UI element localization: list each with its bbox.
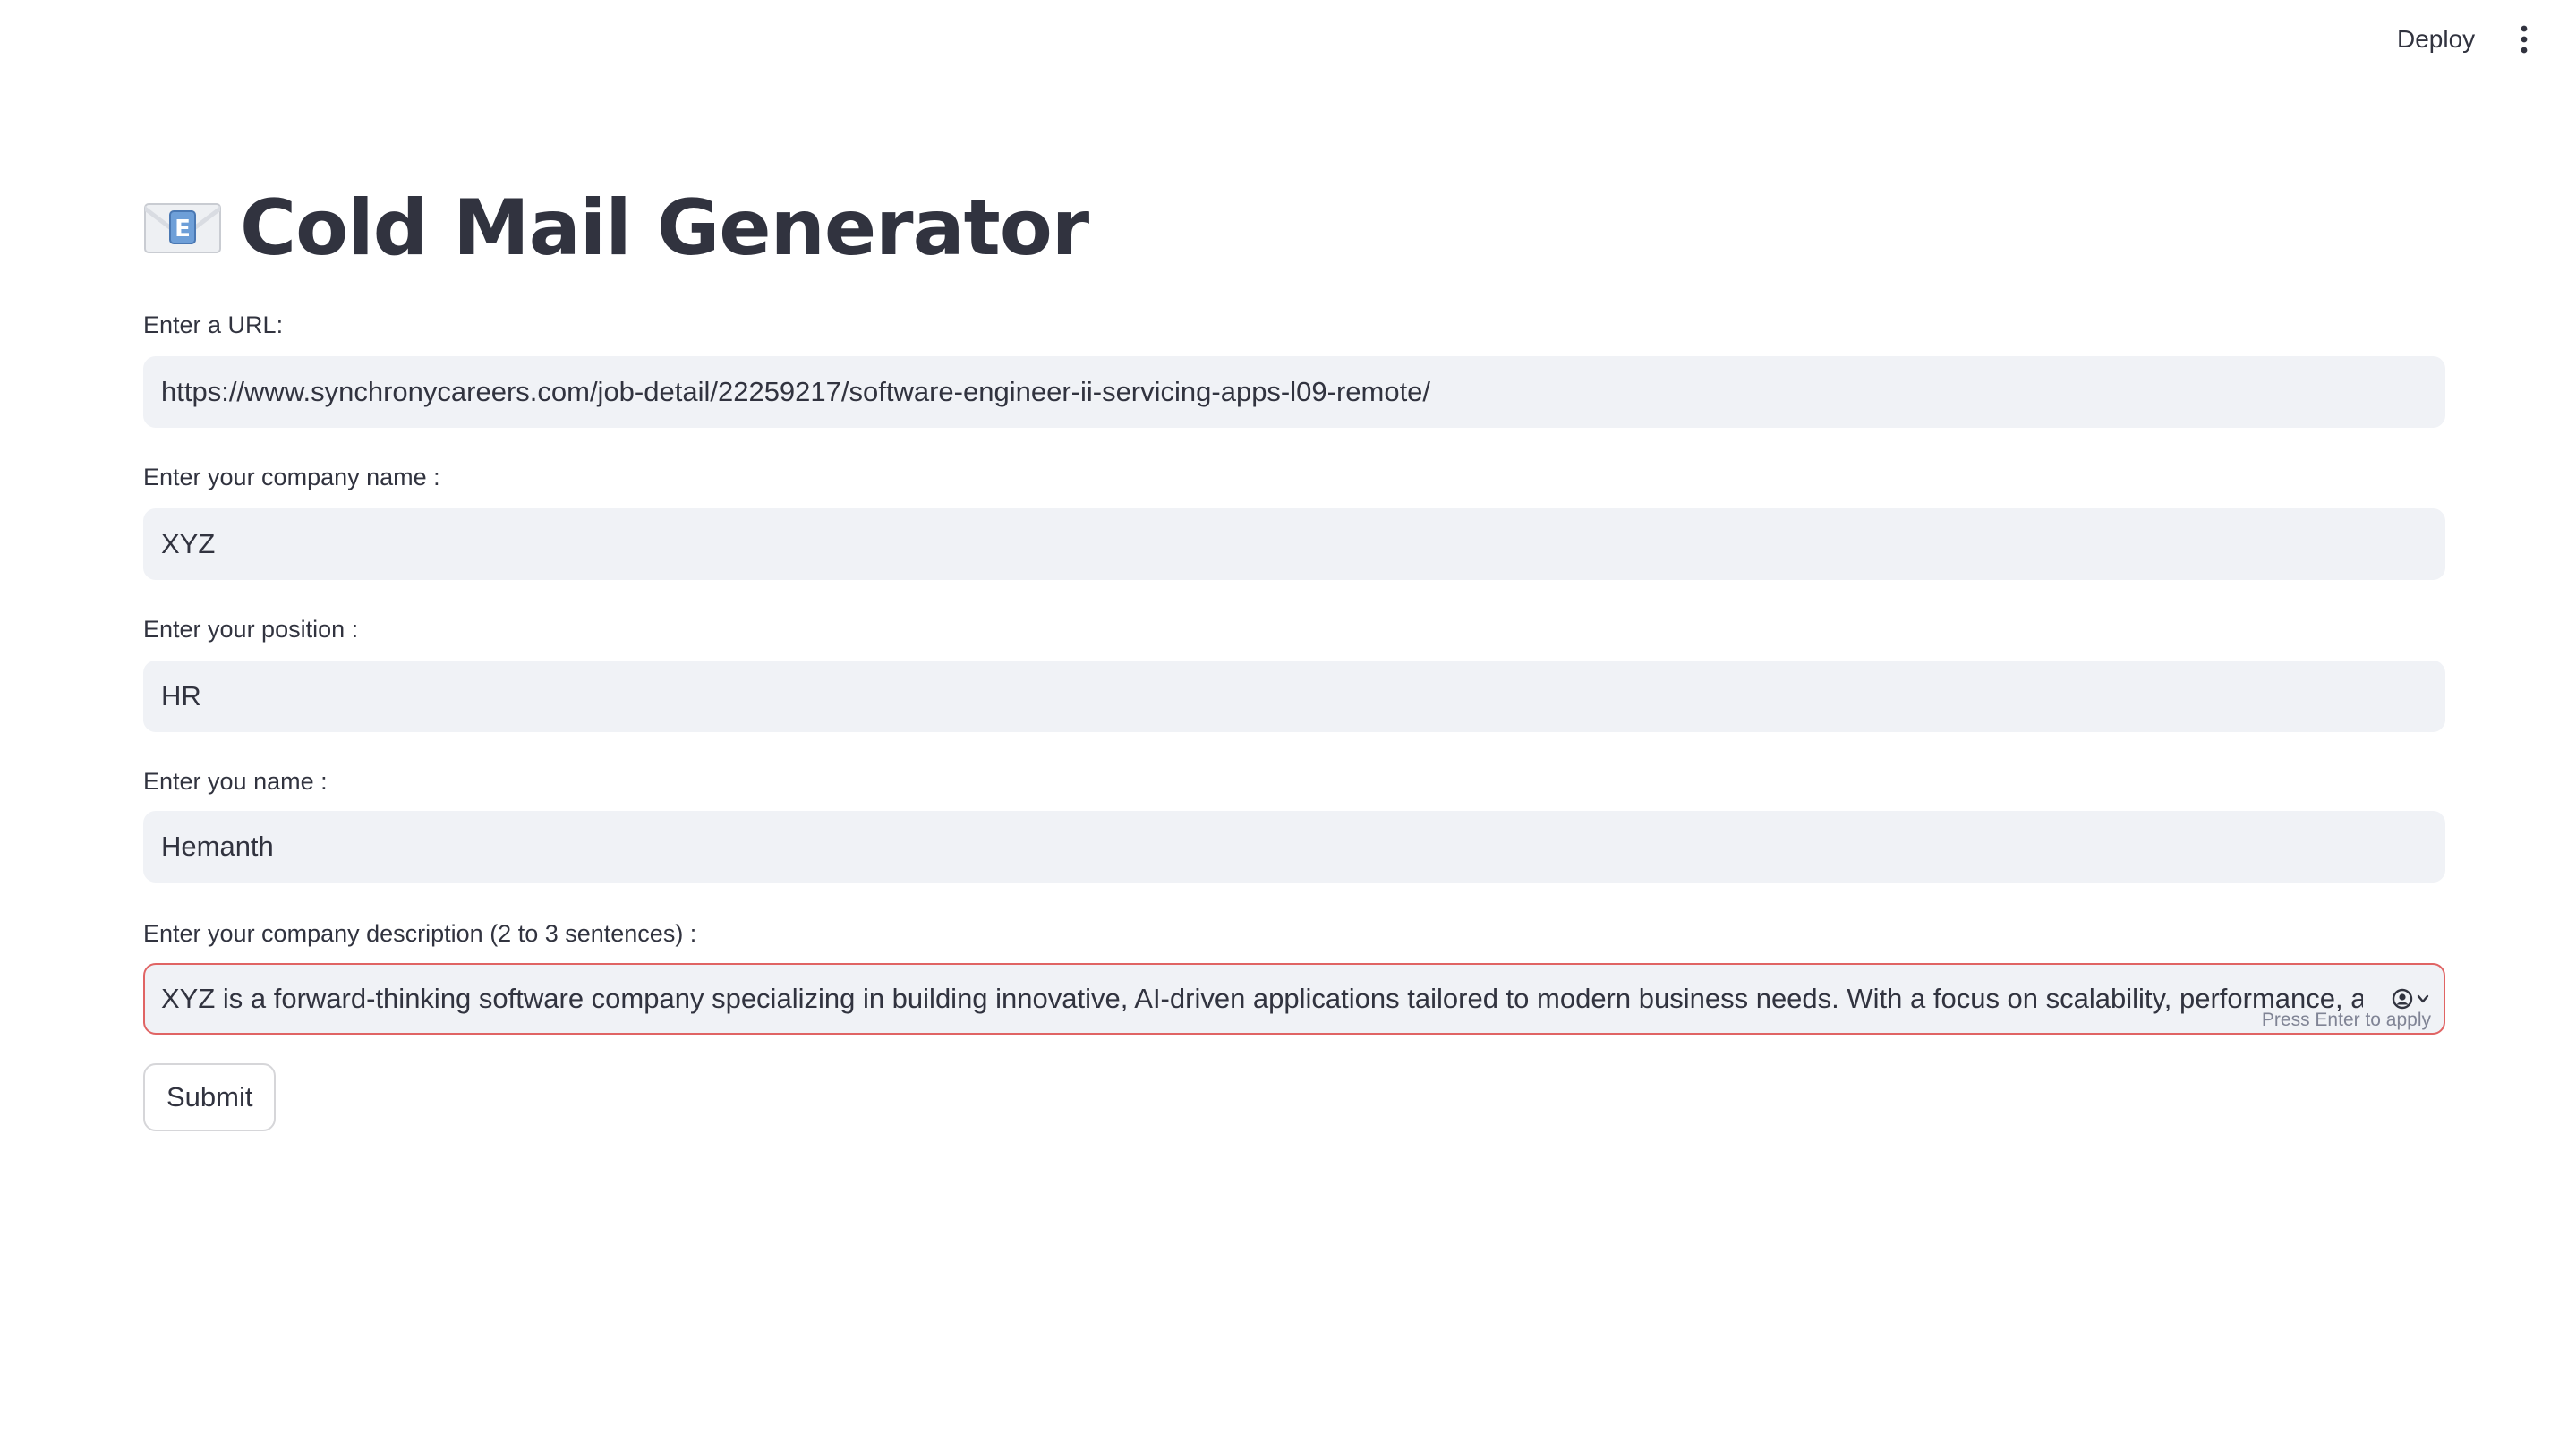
chevron-down-icon — [2417, 994, 2429, 1003]
position-input[interactable] — [145, 662, 2444, 730]
company-description-input[interactable] — [145, 965, 2444, 1033]
url-input[interactable] — [145, 358, 2444, 426]
deploy-button[interactable]: Deploy — [2388, 20, 2484, 59]
header-bar: Deploy — [0, 0, 2576, 81]
submit-button[interactable]: Submit — [143, 1063, 277, 1131]
position-input-box — [143, 661, 2445, 732]
your-name-label: Enter you name : — [143, 768, 328, 795]
envelope-with-e-emoji-icon: E — [144, 203, 221, 253]
main-menu-button[interactable] — [2503, 18, 2546, 61]
company-name-label: Enter your company name : — [143, 464, 440, 490]
press-enter-hint: Press Enter to apply — [2261, 1010, 2431, 1030]
page-title: Cold Mail Generator — [240, 183, 1089, 273]
position-label: Enter your position : — [143, 616, 359, 643]
app-page: Deploy E Cold Mail Generator Enter a URL… — [0, 0, 2576, 1441]
company-description-label: Enter your company description (2 to 3 s… — [143, 920, 697, 947]
page-title-row: E Cold Mail Generator — [143, 179, 1089, 277]
your-name-input-box — [143, 811, 2445, 883]
user-circle-icon — [2392, 988, 2413, 1010]
svg-text:E: E — [175, 216, 191, 243]
company-name-input[interactable] — [145, 510, 2444, 578]
vertical-ellipsis-icon — [2521, 25, 2528, 54]
url-input-box — [143, 356, 2445, 428]
your-name-input[interactable] — [145, 813, 2444, 881]
company-description-input-box: Press Enter to apply — [143, 963, 2445, 1035]
company-name-input-box — [143, 508, 2445, 580]
url-label: Enter a URL: — [143, 311, 284, 338]
